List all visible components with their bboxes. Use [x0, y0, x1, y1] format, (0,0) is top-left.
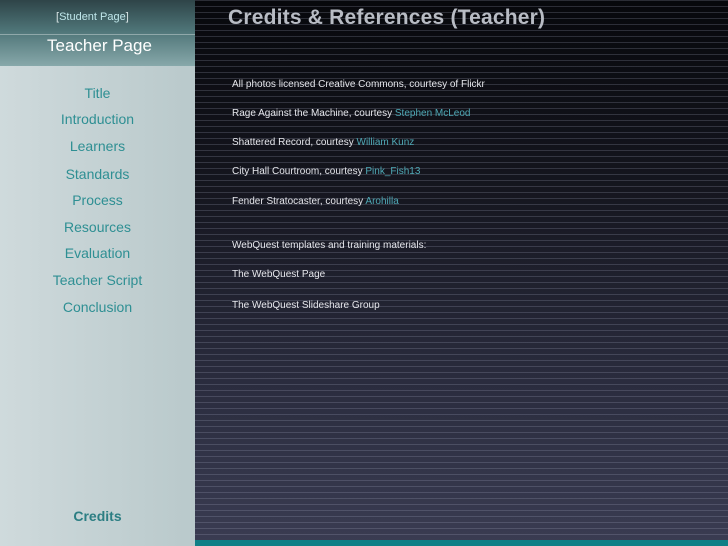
credit-text: Fender Stratocaster, courtesy: [232, 196, 366, 207]
sidebar: [Student Page] Teacher Page Title Introd…: [0, 0, 195, 546]
credit-line: Shattered Record, courtesy William Kunz: [232, 137, 414, 148]
credit-text: Shattered Record, courtesy: [232, 137, 357, 148]
credit-author-link[interactable]: William Kunz: [357, 137, 415, 148]
credit-line: Fender Stratocaster, courtesy Arohilla: [232, 196, 399, 207]
credit-author-link[interactable]: Arohilla: [365, 196, 398, 207]
nav-item-introduction[interactable]: Introduction: [0, 111, 195, 127]
credit-text: Rage Against the Machine, courtesy: [232, 108, 395, 119]
nav-item-teacher-script[interactable]: Teacher Script: [0, 272, 195, 288]
credit-author-link[interactable]: Pink_Fish13: [365, 166, 420, 177]
credit-line: City Hall Courtroom, courtesy Pink_Fish1…: [232, 166, 420, 177]
nav-item-learners[interactable]: Learners: [0, 138, 195, 154]
nav-item-process[interactable]: Process: [0, 192, 195, 208]
student-page-link-row: [Student Page]: [56, 11, 129, 23]
webquest-slideshare-group-link[interactable]: The WebQuest Slideshare Group: [232, 300, 380, 311]
webquest-page-link[interactable]: The WebQuest Page: [232, 269, 325, 280]
credit-text: City Hall Courtroom, courtesy: [232, 166, 366, 177]
nav-item-resources[interactable]: Resources: [0, 219, 195, 235]
nav-item-evaluation[interactable]: Evaluation: [0, 245, 195, 261]
sidebar-header: [0, 0, 195, 66]
sidebar-header-divider: [0, 34, 195, 35]
nav-item-standards[interactable]: Standards: [0, 166, 195, 182]
page-title: Credits & References (Teacher): [228, 6, 546, 29]
student-page-link[interactable]: Student Page: [59, 11, 126, 23]
nav-item-title[interactable]: Title: [0, 85, 195, 101]
teacher-page-label: Teacher Page: [47, 36, 152, 55]
templates-note: WebQuest templates and training material…: [232, 240, 427, 251]
credit-line: Rage Against the Machine, courtesy Steph…: [232, 108, 471, 119]
bracket-close: ]: [125, 11, 129, 23]
bottom-accent-band: [195, 540, 728, 546]
credit-author-link[interactable]: Stephen McLeod: [395, 108, 471, 119]
photos-license-note: All photos licensed Creative Commons, co…: [232, 79, 485, 90]
nav-item-conclusion[interactable]: Conclusion: [0, 299, 195, 315]
nav-item-credits[interactable]: Credits: [0, 508, 195, 524]
